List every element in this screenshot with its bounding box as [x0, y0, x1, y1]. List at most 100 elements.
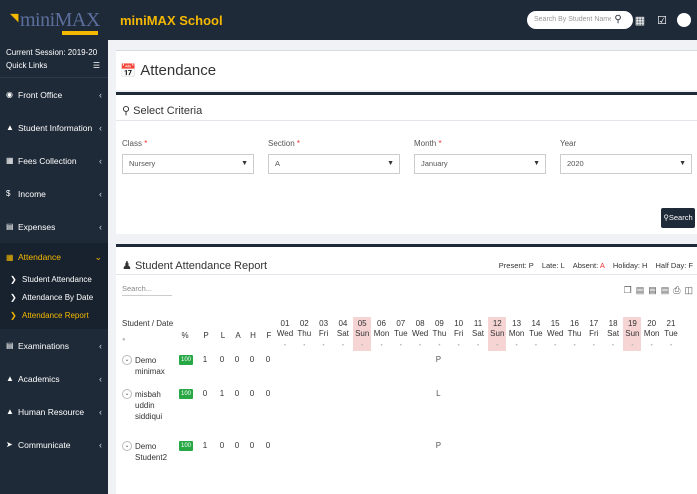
l-count-cell: 0 — [219, 441, 225, 450]
day-header-18[interactable]: 18 Sat • — [604, 317, 622, 351]
day-header-14[interactable]: 14 Tue • — [527, 317, 545, 351]
absent-count-header[interactable]: A — [231, 317, 245, 351]
chevron-left-icon: ‹ — [99, 439, 102, 450]
p-count-cell: 1 — [202, 441, 208, 450]
attendance-report-panel: ♟ Student Attendance Report Present: P L… — [116, 244, 697, 494]
dollar-icon: $ — [6, 189, 11, 198]
columns-icon[interactable]: ◫ — [684, 285, 693, 296]
task-check-icon[interactable]: ☑ — [655, 14, 669, 27]
day-header-04[interactable]: 04 Sat • — [334, 317, 352, 351]
sidebar-subitem-student-attendance[interactable]: ❯ Student Attendance — [0, 271, 108, 289]
school-name: miniMAX School — [120, 12, 223, 28]
day-header-10[interactable]: 10 Fri • — [450, 317, 468, 351]
day-header-15[interactable]: 15 Wed • — [546, 317, 564, 351]
sidebar-item-income[interactable]: $ Income ‹ — [0, 177, 108, 210]
sidebar-item-fees-collection[interactable]: ▦ Fees Collection ‹ — [0, 144, 108, 177]
legend-present: Present: P — [498, 261, 534, 270]
sidebar-item-student-information[interactable]: ▲ Student Information ‹ — [0, 111, 108, 144]
student-date-header[interactable]: Student / Date — [122, 319, 173, 328]
calendar-icon[interactable]: ▦ — [633, 14, 647, 27]
day-header-06[interactable]: 06 Mon • — [373, 317, 391, 351]
day-header-13[interactable]: 13 Mon • — [508, 317, 526, 351]
quick-links[interactable]: Quick Links ☰ — [0, 59, 108, 78]
sidebar-item-label: Expenses — [18, 221, 56, 232]
sort-dot: • — [399, 343, 402, 349]
day-header-16[interactable]: 16 Thu • — [566, 317, 584, 351]
day-header-05[interactable]: 05 Sun • — [353, 317, 372, 351]
day-number: 18 — [608, 319, 618, 328]
sidebar-item-academics[interactable]: ▲ Academics ‹ — [0, 362, 108, 395]
search-icon[interactable]: ⚲ — [611, 13, 625, 27]
day-header-03[interactable]: 03 Fri • — [315, 317, 333, 351]
sidebar-item-front-office[interactable]: ◉ Front Office ‹ — [0, 78, 108, 111]
day-header-19[interactable]: 19 Sun • — [623, 317, 642, 351]
user-avatar[interactable] — [677, 13, 691, 27]
sidebar-subitem-attendance-by-date[interactable]: ❯ Attendance By Date — [0, 289, 108, 307]
sort-dot: • — [612, 343, 615, 349]
subitem-label: Attendance Report — [22, 311, 89, 320]
chevron-left-icon: ‹ — [99, 373, 102, 384]
sidebar-item-label: Fees Collection — [18, 155, 77, 166]
section-select[interactable]: A ▼ — [268, 154, 400, 174]
excel-icon[interactable]: ▤ — [636, 285, 645, 296]
pdf-icon[interactable]: ▤ — [661, 285, 670, 296]
percent-header[interactable]: % — [178, 317, 192, 351]
expand-toggle-icon[interactable]: ⌄ — [122, 355, 132, 365]
day-header-21[interactable]: 21 Tue • — [662, 317, 680, 351]
day-header-11[interactable]: 11 Sat • — [469, 317, 487, 351]
logo[interactable]: ◥ miniMAX — [0, 0, 108, 40]
day-header-02[interactable]: 02 Thu • — [295, 317, 313, 351]
late-count-header-label: L — [220, 331, 226, 340]
sidebar-item-label: Academics — [18, 373, 60, 384]
sort-dot: • — [573, 343, 576, 349]
halfday-count-header[interactable]: F — [262, 317, 276, 351]
expand-toggle-icon[interactable]: ⌄ — [122, 441, 132, 451]
class-select[interactable]: Nursery ▼ — [122, 154, 254, 174]
search-button-label: Search — [668, 213, 693, 222]
sort-dot: • — [322, 343, 325, 349]
day-header-20[interactable]: 20 Mon • — [643, 317, 661, 351]
sidebar-item-attendance[interactable]: ▦ Attendance ⌄ — [0, 243, 108, 271]
year-label: Year — [560, 139, 577, 148]
sidebar-item-expenses[interactable]: ▤ Expenses ‹ — [0, 210, 108, 243]
day-number: 01 — [280, 319, 290, 328]
day-header-01[interactable]: 01 Wed • — [276, 317, 294, 351]
sidebar-item-communicate[interactable]: ➤ Communicate ‹ — [0, 428, 108, 461]
day-name: Thu — [432, 329, 447, 338]
student-name-line: Demo — [135, 442, 157, 451]
day-number: 10 — [454, 319, 464, 328]
day-header-08[interactable]: 08 Wed • — [411, 317, 429, 351]
present-count-header[interactable]: P — [199, 317, 213, 351]
sidebar-item-human-resource[interactable]: ▲ Human Resource ‹ — [0, 395, 108, 428]
report-title-text: Student Attendance Report — [134, 260, 268, 272]
year-select[interactable]: 2020 ▼ — [560, 154, 692, 174]
holiday-count-header-label: H — [250, 331, 256, 340]
copy-icon[interactable]: ❐ — [624, 285, 632, 296]
holiday-count-header[interactable]: H — [246, 317, 260, 351]
halfday-count-header-label: F — [266, 331, 272, 340]
sidebar-subitem-attendance-report[interactable]: ❯ Attendance Report — [0, 307, 108, 325]
student-name-line: misbah — [135, 390, 161, 399]
csv-icon[interactable]: ▤ — [648, 285, 657, 296]
sort-dot: • — [283, 343, 287, 349]
caret-right-icon: ❯ — [10, 275, 17, 284]
day-header-17[interactable]: 17 Fri • — [585, 317, 603, 351]
sidebar: Current Session: 2019-20 Quick Links ☰ ◉… — [0, 40, 108, 494]
day-header-09[interactable]: 09 Thu • — [430, 317, 448, 351]
report-search-input[interactable]: Search... — [122, 284, 172, 296]
day-header-12[interactable]: 12 Sun • — [488, 317, 507, 351]
sort-dot: • — [361, 343, 364, 349]
page-title: Attendance — [140, 62, 217, 79]
sidebar-item-examinations[interactable]: ▤ Examinations ‹ — [0, 329, 108, 362]
day-header-07[interactable]: 07 Tue • — [392, 317, 410, 351]
menu-icon[interactable]: ☰ — [93, 59, 100, 73]
expand-toggle-icon[interactable]: ⌄ — [122, 389, 132, 399]
late-count-header[interactable]: L — [216, 317, 230, 351]
day-name: Wed — [276, 329, 294, 338]
month-select[interactable]: January ▼ — [414, 154, 546, 174]
print-icon[interactable]: ⎙ — [673, 285, 680, 296]
sort-dot: • — [380, 343, 383, 349]
class-label: Class — [122, 139, 143, 148]
search-button[interactable]: ⚲Search — [661, 208, 695, 228]
day-number: 06 — [377, 319, 386, 328]
